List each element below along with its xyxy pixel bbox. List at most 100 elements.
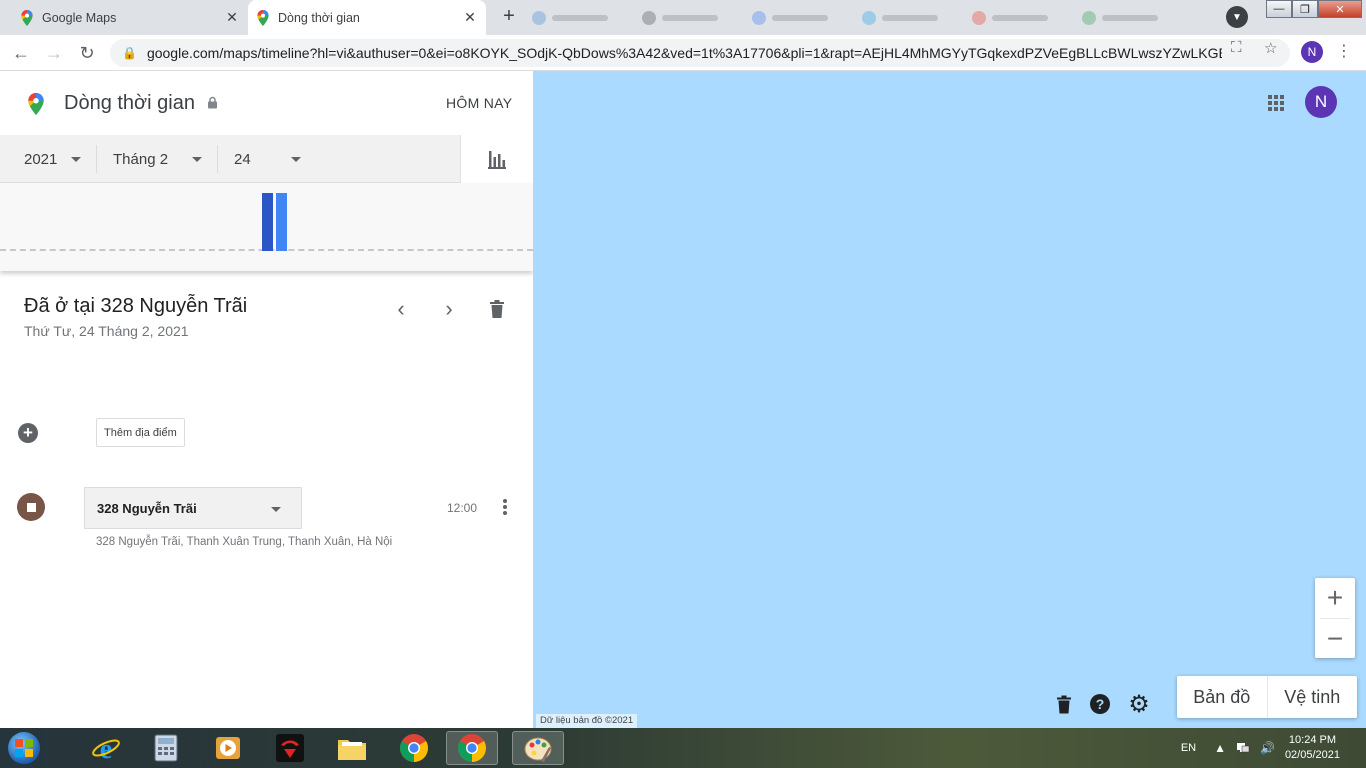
window-controls: — ❐ ✕ bbox=[1266, 0, 1362, 18]
garena-icon[interactable] bbox=[264, 731, 316, 765]
place-name: 328 Nguyễn Trãi bbox=[97, 500, 197, 516]
trash-icon[interactable] bbox=[485, 297, 509, 321]
windows-logo-icon bbox=[8, 732, 40, 764]
year-select[interactable]: 2021 bbox=[24, 135, 82, 183]
background-tab[interactable] bbox=[1082, 7, 1182, 29]
system-tray: EN ▲ 🔊 10:24 PM 02/05/2021 bbox=[1181, 728, 1366, 768]
google-maps-logo-icon bbox=[28, 93, 44, 115]
add-place-button[interactable]: Thêm địa điểm bbox=[96, 418, 185, 447]
close-tab-icon[interactable]: ✕ bbox=[224, 9, 240, 26]
language-indicator[interactable]: EN bbox=[1181, 742, 1196, 754]
timeline-panel: Dòng thời gian HÔM NAY 2021 Tháng 2 24 Đ… bbox=[0, 71, 533, 728]
zoom-out-icon[interactable]: − bbox=[1315, 619, 1355, 659]
day-select[interactable]: 24 bbox=[234, 135, 301, 183]
browser-toolbar: ← → ↻ 🔒 google.com/maps/timeline?hl=vi&a… bbox=[0, 35, 1366, 71]
url-text: google.com/maps/timeline?hl=vi&authuser=… bbox=[146, 45, 1222, 61]
internet-explorer-icon[interactable]: e bbox=[80, 731, 132, 765]
background-tab[interactable] bbox=[972, 7, 1072, 29]
reload-icon[interactable]: ↻ bbox=[75, 41, 99, 65]
chevron-down-icon bbox=[290, 156, 301, 162]
back-arrow-icon[interactable]: ← bbox=[9, 41, 33, 65]
windows-taskbar: e EN ▲ 🔊 10:24 PM 02/05/2021 bbox=[0, 728, 1366, 768]
paint-icon[interactable] bbox=[512, 731, 564, 765]
lock-icon[interactable]: 🔒 bbox=[122, 46, 137, 60]
chevron-down-icon[interactable]: ▼ bbox=[1226, 6, 1248, 28]
tray-arrow-icon[interactable]: ▲ bbox=[1214, 741, 1226, 755]
google-maps-favicon-icon bbox=[257, 9, 269, 26]
day-value: 24 bbox=[234, 150, 251, 168]
network-icon[interactable] bbox=[1236, 740, 1250, 757]
activity-histogram bbox=[0, 183, 533, 271]
chevron-down-icon bbox=[71, 156, 82, 162]
translate-icon[interactable]: ⛶ bbox=[1231, 39, 1242, 56]
google-maps-favicon-icon bbox=[21, 9, 33, 26]
bar-chart-icon bbox=[488, 151, 506, 169]
timeline-header: Dòng thời gian HÔM NAY bbox=[0, 71, 533, 135]
zoom-in-icon[interactable]: + bbox=[1315, 578, 1355, 618]
file-explorer-icon[interactable] bbox=[326, 731, 378, 765]
menu-dots-icon[interactable]: ⋮ bbox=[1336, 41, 1352, 61]
close-tab-icon[interactable]: ✕ bbox=[462, 9, 478, 26]
histogram-bar[interactable] bbox=[276, 193, 287, 251]
clock[interactable]: 10:24 PM 02/05/2021 bbox=[1285, 733, 1340, 763]
apps-grid-icon[interactable] bbox=[1268, 95, 1284, 111]
browser-tab-strip: Google Maps ✕ Dòng thời gian ✕ + ▼ — ❐ ✕ bbox=[0, 0, 1366, 35]
forward-arrow-icon[interactable]: → bbox=[42, 41, 66, 65]
background-tab[interactable] bbox=[752, 7, 852, 29]
tab-google-maps[interactable]: Google Maps ✕ bbox=[12, 0, 248, 35]
place-time: 12:00 bbox=[447, 501, 478, 515]
volume-icon[interactable]: 🔊 bbox=[1260, 741, 1275, 755]
minimize-icon[interactable]: — bbox=[1266, 0, 1292, 18]
help-icon[interactable]: ? bbox=[1088, 692, 1112, 716]
map-type-satellite-button[interactable]: Vệ tinh bbox=[1268, 676, 1358, 718]
chevron-right-icon[interactable]: › bbox=[437, 296, 461, 321]
chrome-active-icon[interactable] bbox=[446, 731, 498, 765]
chevron-down-icon bbox=[192, 156, 203, 162]
close-window-icon[interactable]: ✕ bbox=[1318, 0, 1362, 18]
divider bbox=[217, 145, 218, 173]
tab-title: Google Maps bbox=[42, 10, 117, 25]
address-bar[interactable]: 🔒 google.com/maps/timeline?hl=vi&authuse… bbox=[110, 39, 1290, 67]
profile-avatar[interactable]: N bbox=[1301, 41, 1323, 63]
month-value: Tháng 2 bbox=[113, 150, 169, 168]
media-player-icon[interactable] bbox=[202, 731, 254, 765]
histogram-bar[interactable] bbox=[262, 193, 273, 251]
restore-icon[interactable]: ❐ bbox=[1292, 0, 1318, 18]
new-tab-button[interactable]: + bbox=[498, 6, 520, 28]
tab-title: Dòng thời gian bbox=[278, 10, 360, 25]
chrome-icon[interactable] bbox=[388, 731, 440, 765]
place-select[interactable]: 328 Nguyễn Trãi bbox=[84, 487, 302, 529]
background-tab[interactable] bbox=[532, 7, 632, 29]
svg-text:?: ? bbox=[1096, 696, 1105, 712]
chevron-left-icon[interactable]: ‹ bbox=[389, 296, 413, 321]
tab-timeline[interactable]: Dòng thời gian ✕ bbox=[248, 0, 486, 35]
page-title: Dòng thời gian bbox=[64, 92, 195, 114]
chevron-down-icon bbox=[271, 507, 281, 512]
place-marker-icon bbox=[17, 493, 45, 521]
month-select[interactable]: Tháng 2 bbox=[113, 135, 203, 183]
background-tab[interactable] bbox=[862, 7, 962, 29]
add-circle-icon[interactable]: + bbox=[18, 423, 38, 443]
svg-text:e: e bbox=[100, 734, 112, 763]
today-button[interactable]: HÔM NAY bbox=[446, 95, 512, 111]
private-lock-icon bbox=[207, 96, 218, 112]
clock-date: 02/05/2021 bbox=[1284, 749, 1340, 761]
bar-chart-button[interactable] bbox=[460, 135, 533, 183]
place-address: 328 Nguyễn Trãi, Thanh Xuân Trung, Thanh… bbox=[96, 536, 393, 548]
background-tab[interactable] bbox=[642, 7, 742, 29]
more-options-icon[interactable] bbox=[497, 497, 513, 517]
map-type-toggle: Bản đồ Vệ tinh bbox=[1177, 676, 1357, 718]
account-avatar[interactable]: N bbox=[1305, 86, 1337, 118]
calculator-icon[interactable] bbox=[140, 731, 192, 765]
star-icon[interactable]: ☆ bbox=[1264, 39, 1277, 57]
trash-icon[interactable] bbox=[1052, 692, 1076, 716]
visit-date: Thứ Tư, 24 Tháng 2, 2021 bbox=[24, 323, 189, 339]
background-tabs bbox=[526, 0, 1186, 35]
clock-time: 10:24 PM bbox=[1288, 734, 1337, 746]
gear-icon[interactable]: ⚙ bbox=[1127, 691, 1151, 718]
visit-heading: Đã ở tại 328 Nguyễn Trãi bbox=[24, 295, 248, 317]
map-type-map-button[interactable]: Bản đồ bbox=[1177, 676, 1267, 718]
start-button[interactable] bbox=[4, 730, 44, 766]
zoom-control: + − bbox=[1315, 578, 1355, 658]
map-canvas[interactable]: N + − ? ⚙ Bản đồ Vệ tinh Dữ liệu bản đồ … bbox=[533, 71, 1366, 728]
